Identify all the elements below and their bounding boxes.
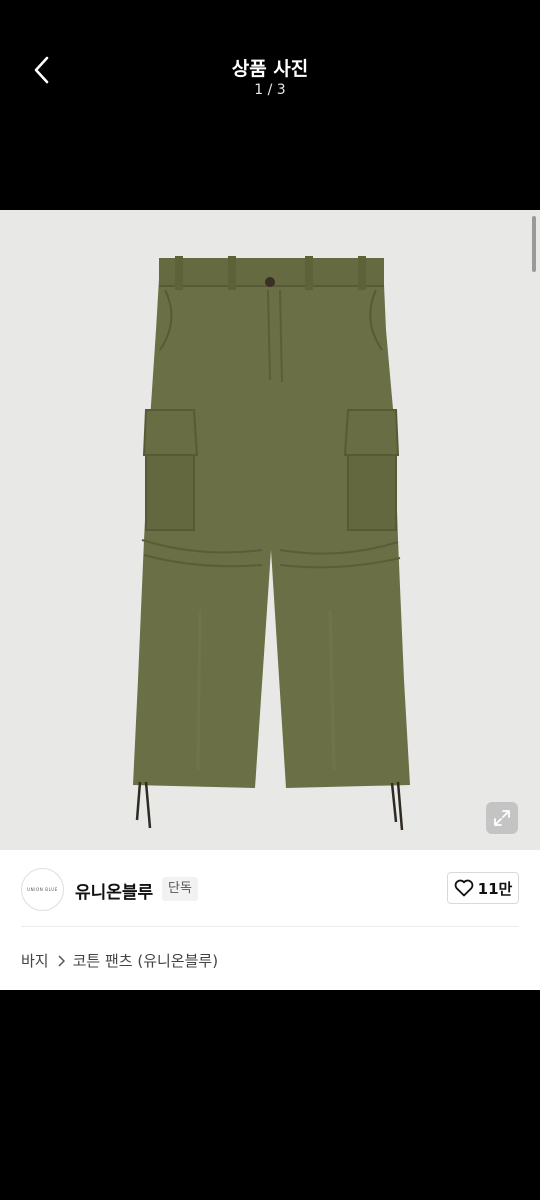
product-photo[interactable]: [0, 210, 540, 850]
expand-icon: [494, 810, 510, 826]
breadcrumb-category[interactable]: 바지: [21, 950, 49, 971]
photo-counter: 1 / 3: [254, 82, 286, 98]
scrollbar[interactable]: [532, 216, 536, 272]
product-image: [133, 256, 410, 831]
chevron-right-icon: [57, 954, 65, 967]
like-button[interactable]: 11만: [447, 872, 519, 904]
like-count: 11만: [477, 879, 513, 898]
breadcrumb: 바지 코튼 팬츠 (유니온블루): [21, 950, 218, 971]
expand-button[interactable]: [486, 802, 518, 834]
brand-name[interactable]: 유니온블루: [75, 878, 153, 903]
exclusive-badge: 단독: [162, 877, 198, 901]
brand-logo-text: UNION BLUE: [27, 887, 58, 892]
brand-logo[interactable]: UNION BLUE: [21, 868, 64, 911]
top-bar: 상품 사진 1 / 3: [0, 0, 540, 210]
breadcrumb-product[interactable]: 코튼 팬츠 (유니온블루): [73, 950, 218, 971]
heart-outline-icon: [454, 879, 473, 897]
product-info: UNION BLUE 유니온블루 단독 11만 바지 코튼 팬츠 (유니온블루): [0, 850, 540, 990]
divider: [21, 926, 519, 927]
page-title: 상품 사진: [231, 58, 309, 80]
bottom-area: [0, 990, 540, 1200]
